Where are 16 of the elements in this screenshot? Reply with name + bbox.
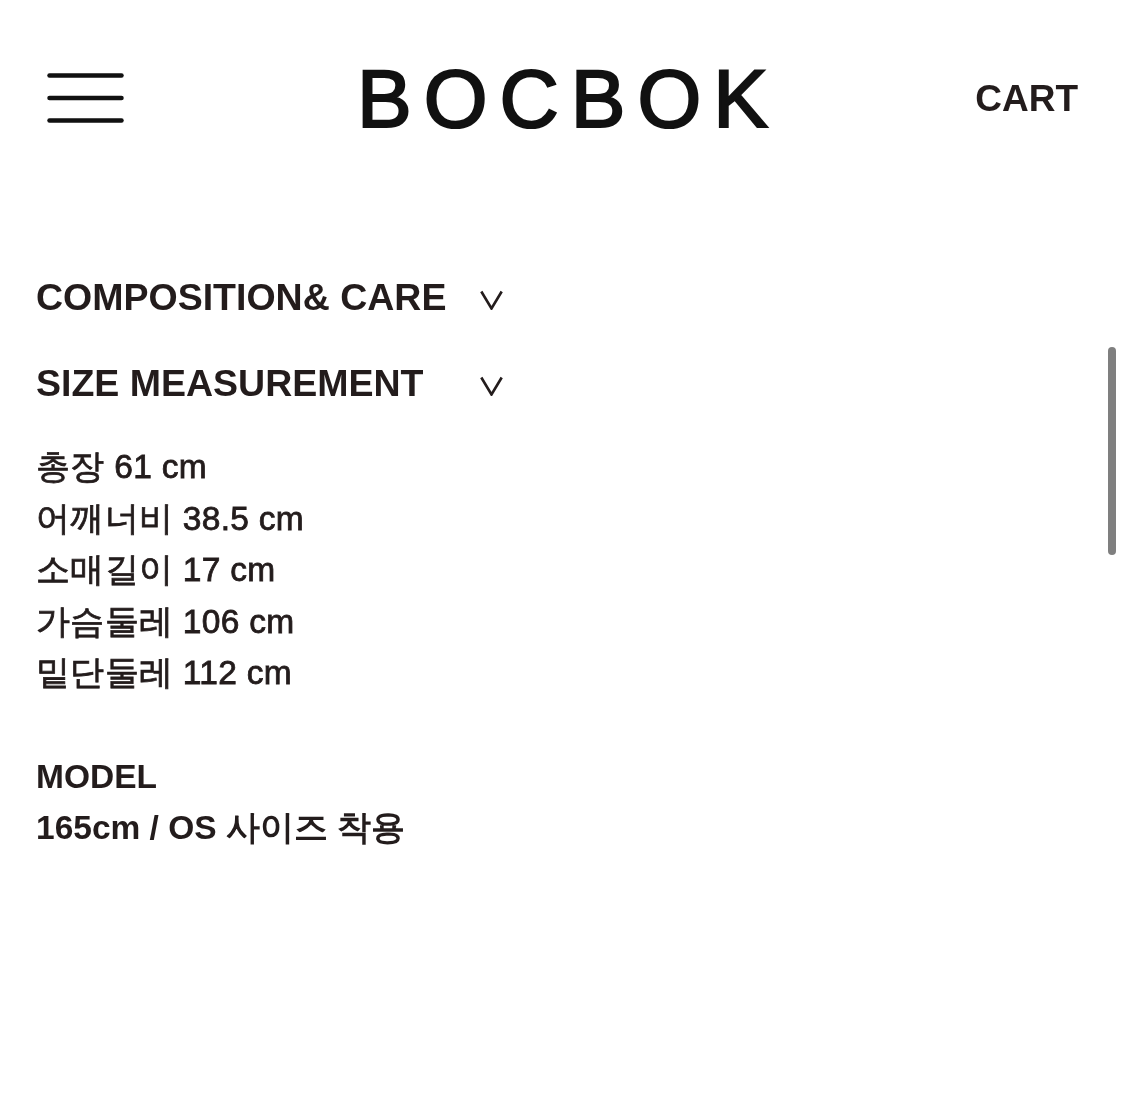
chevron-down-icon (480, 376, 503, 396)
chevron-down-icon (480, 290, 503, 310)
model-text: 165cm / OS 사이즈 착용 (36, 808, 406, 848)
cart-link[interactable]: CART (975, 79, 1078, 117)
menu-icon (47, 73, 124, 123)
measurement-text: 밑단둘레 112 cm (36, 653, 292, 693)
model-label: MODEL (36, 756, 157, 797)
measurement-text: 어깨너비 38.5 cm (36, 498, 305, 539)
scrollbar-thumb[interactable] (1108, 347, 1116, 555)
menu-button[interactable] (47, 73, 124, 123)
measurement-text: 총장 61 cm (36, 447, 207, 487)
measurement-text: 가슴둘레 106 cm (36, 601, 295, 642)
brand-logo[interactable]: BOCBOK (357, 56, 780, 140)
accordion-header[interactable]: SIZE MEASUREMENT (36, 340, 503, 426)
accordion-header[interactable]: COMPOSITION& CARE (36, 254, 503, 340)
measurement-text: 소매길이 17 cm (36, 550, 276, 590)
